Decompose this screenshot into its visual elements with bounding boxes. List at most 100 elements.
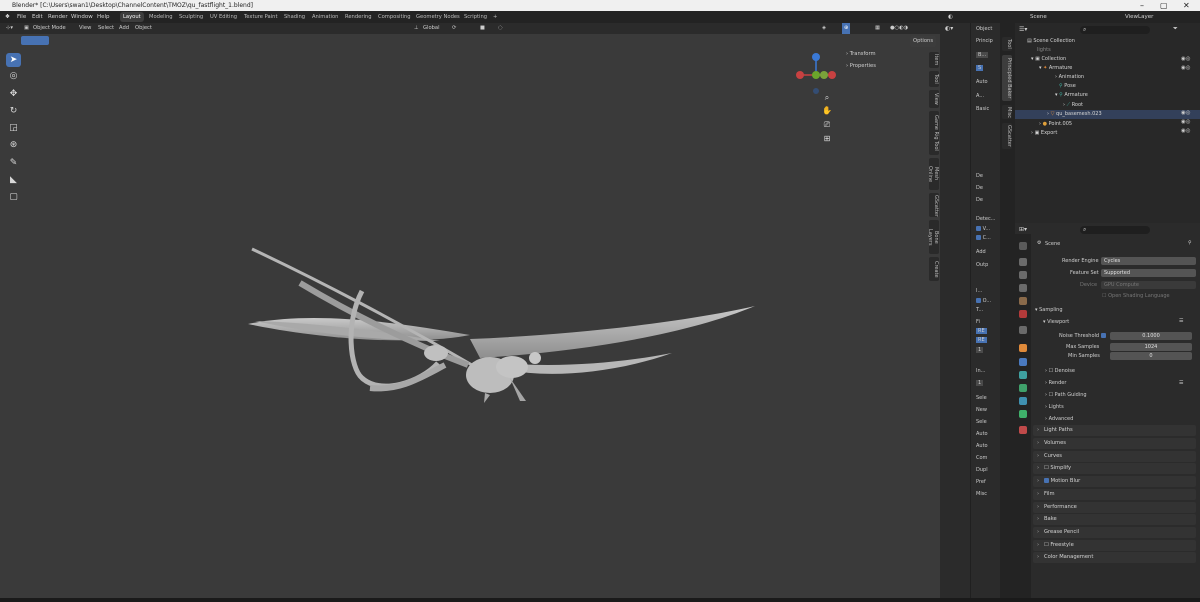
addon-field[interactable]: 1 — [976, 380, 984, 386]
navigation-gizmo[interactable] — [794, 51, 838, 95]
outliner-row[interactable]: ⚲ Pose — [1015, 82, 1200, 91]
outliner-row[interactable]: lights — [1015, 46, 1200, 55]
viewport-subpanel[interactable]: ▾ Viewport — [1043, 319, 1069, 325]
filter-icon[interactable]: ⏷ — [1173, 25, 1178, 33]
properties-editor-icon[interactable]: ⊞▾ — [1019, 226, 1027, 233]
menu-file[interactable]: File — [17, 11, 26, 23]
tab-texture-paint[interactable]: Texture Paint — [241, 12, 280, 22]
outliner-row[interactable]: ▾ ⚲ Armature — [1015, 91, 1200, 100]
pan-hand-icon[interactable]: ✋ — [821, 105, 833, 117]
add-workspace-button[interactable]: + — [490, 12, 500, 22]
path-guiding-subpanel[interactable]: › ☐ Path Guiding — [1045, 392, 1087, 398]
addon-section[interactable]: Outp — [976, 262, 988, 268]
light-paths-panel[interactable]: Light Paths — [1033, 425, 1196, 436]
list-icon[interactable]: ☰ — [1179, 318, 1183, 324]
freestyle-panel[interactable]: ☐ Freestyle — [1033, 540, 1196, 551]
data-tab-icon[interactable] — [1019, 410, 1027, 418]
tab-animation[interactable]: Animation — [309, 12, 341, 22]
grease-pencil-panel[interactable]: Grease Pencil — [1033, 527, 1196, 538]
modifier-tab-icon[interactable] — [1019, 358, 1027, 366]
outliner-search-input[interactable]: ⌕ — [1080, 26, 1150, 34]
viewlayer-selector[interactable]: ViewLayer — [1125, 11, 1153, 23]
tab-tool[interactable]: Tool — [929, 71, 939, 87]
addon-button[interactable]: De — [976, 185, 983, 191]
addon-field[interactable]: 1 — [976, 347, 984, 353]
physics-tab-icon[interactable] — [1019, 384, 1027, 392]
feature-set-dropdown[interactable]: Supported — [1101, 269, 1196, 277]
menu-object[interactable]: Object — [135, 23, 152, 34]
outliner-editor-icon[interactable]: ☰▾ — [1019, 26, 1027, 33]
addon-checkbox[interactable]: C... — [976, 235, 991, 241]
object-tab-icon[interactable] — [1019, 344, 1027, 352]
tab-gscatter[interactable]: GScatter — [929, 193, 939, 217]
render-subpanel[interactable]: › Render — [1045, 380, 1066, 386]
advanced-subpanel[interactable]: › Advanced — [1045, 416, 1073, 422]
3d-viewport[interactable] — [0, 23, 940, 598]
addon-section[interactable]: Auto — [976, 443, 988, 449]
rotate-tool[interactable]: ↻ — [6, 104, 21, 118]
tab-mesh-online[interactable]: Mesh Online — [927, 158, 939, 190]
max-samples-field[interactable]: 1024 — [1110, 343, 1192, 351]
close-icon[interactable]: ✕ — [1183, 0, 1190, 11]
outliner-row[interactable]: ▾ ✦ Armature — [1015, 64, 1200, 73]
blender-logo-icon[interactable]: ❖ — [5, 11, 10, 23]
noise-threshold-checkbox[interactable] — [1101, 333, 1106, 338]
world-tab-icon[interactable] — [1019, 310, 1027, 318]
transform-panel[interactable]: › Transform — [842, 48, 930, 60]
menu-edit[interactable]: Edit — [32, 11, 43, 23]
snap-icon[interactable]: ■ — [480, 23, 485, 34]
addon-button[interactable]: De — [976, 173, 983, 179]
tab-geometry-nodes[interactable]: Geometry Nodes — [413, 12, 463, 22]
scene-tab-icon[interactable] — [1019, 297, 1027, 305]
options-button[interactable]: Options — [910, 36, 937, 47]
noise-threshold-field[interactable]: 0.1000 — [1110, 332, 1192, 340]
view-layer-tab-icon[interactable] — [1019, 284, 1027, 292]
addon-section[interactable]: Add — [976, 249, 986, 255]
list-icon[interactable]: ☰ — [1179, 380, 1183, 386]
addon-section[interactable]: Com — [976, 455, 987, 461]
menu-select[interactable]: Select — [98, 23, 114, 34]
transform-tool[interactable]: ⊛ — [6, 138, 21, 152]
simplify-panel[interactable]: ☐ Simplify — [1033, 463, 1196, 474]
menu-help[interactable]: Help — [97, 11, 110, 23]
render-tab-icon[interactable] — [1019, 258, 1027, 266]
tab-misc[interactable]: Misc — [1002, 105, 1012, 119]
device-dropdown[interactable]: GPU Compute — [1101, 281, 1196, 289]
addon-button[interactable]: RE — [976, 328, 987, 334]
sampling-panel[interactable]: ▾ Sampling — [1035, 307, 1063, 313]
outliner-row[interactable]: › ● Point.005 — [1015, 120, 1200, 129]
editor-type-icon[interactable]: ⊹▾ — [6, 23, 13, 34]
addon-section[interactable]: Sele — [976, 419, 987, 425]
menu-add[interactable]: Add — [119, 23, 129, 34]
tab-game-rig-tool[interactable]: Game Rig Tool — [929, 111, 939, 155]
addon-section[interactable]: Sele — [976, 395, 987, 401]
color-management-panel[interactable]: Color Management — [1033, 552, 1196, 563]
tab-layout[interactable]: Layout — [120, 12, 144, 22]
menu-render[interactable]: Render — [48, 11, 68, 23]
addon-section[interactable]: Auto — [976, 431, 988, 437]
shading-modes-icon[interactable]: ●○◐◑ — [890, 23, 908, 34]
measure-tool[interactable]: ◣ — [6, 173, 21, 187]
tab-create[interactable]: Create — [929, 257, 939, 281]
tab-gscatter-2[interactable]: GScatter — [1002, 123, 1012, 149]
tab-modeling[interactable]: Modeling — [146, 12, 176, 22]
camera-icon[interactable]: ⎚ — [821, 119, 833, 131]
perspective-grid-icon[interactable]: ⊞ — [821, 133, 833, 145]
collection-tab-icon[interactable] — [1019, 326, 1027, 334]
add-cube-tool[interactable]: ▢ — [6, 190, 21, 204]
outliner-row[interactable]: › ▣ Export — [1015, 129, 1200, 138]
output-tab-icon[interactable] — [1019, 271, 1027, 279]
selection-mode-buttons[interactable] — [21, 36, 49, 45]
visibility-toggles[interactable]: ◉◎ ◉◎ ◉◎ ◉◎ ◉◎ — [1181, 55, 1191, 136]
select-box-tool[interactable]: ➤ — [6, 53, 21, 67]
addon-checkbox[interactable]: V... — [976, 226, 990, 232]
outliner-row[interactable]: › ▽ qu_basemesh.023 — [1015, 110, 1200, 119]
visibility-icon[interactable]: ◈ — [822, 23, 826, 34]
render-engine-dropdown[interactable]: Cycles — [1101, 257, 1196, 265]
zoom-icon[interactable]: ⌕ — [821, 92, 833, 104]
motion-blur-panel[interactable]: Motion Blur — [1033, 476, 1196, 487]
tab-uv-editing[interactable]: UV Editing — [207, 12, 240, 22]
tab-tool-2[interactable]: Tool — [1002, 37, 1012, 51]
denoise-subpanel[interactable]: › ☐ Denoise — [1045, 368, 1075, 374]
tab-scripting[interactable]: Scripting — [461, 12, 490, 22]
